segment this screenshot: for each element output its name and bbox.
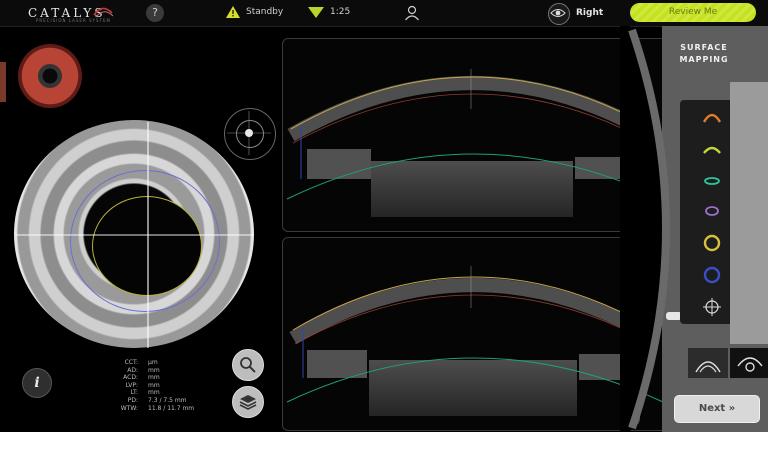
biometry-metrics: CCT: μm AD: mm ACD: mm LVP: mm LT: mm PD: 7.3 … xyxy=(84,359,210,412)
metric-row: WTW: 11.8 / 11.7 mm xyxy=(84,405,210,413)
metric-label: AD: xyxy=(127,366,138,374)
info-button[interactable]: i xyxy=(22,368,52,398)
metric-row: PD: 7.3 / 7.5 mm xyxy=(84,397,210,405)
limbus-ring-tool-icon[interactable] xyxy=(702,266,722,284)
metric-label: LVP: xyxy=(125,381,138,389)
metric-row: AD: mm xyxy=(84,367,210,375)
pupil-thumbnail[interactable] xyxy=(18,44,82,108)
cornea-arc-icon xyxy=(695,361,721,373)
system-status: Standby xyxy=(246,7,284,17)
eye-selector-icon[interactable] xyxy=(548,3,570,25)
brand-swoosh-icon xyxy=(93,7,114,18)
panel-title: SURFACE MAPPING xyxy=(664,42,744,66)
layers-button[interactable] xyxy=(232,386,264,418)
panel-title-line1: SURFACE xyxy=(680,43,728,52)
metric-label: WTW: xyxy=(120,404,138,412)
metric-value: 7.3 / 7.5 mm xyxy=(148,396,187,404)
metric-row: CCT: μm xyxy=(84,359,210,367)
tool-tray xyxy=(730,82,768,344)
catalys-app: CATALYS PRECISION LASER SYSTEM ? Standby… xyxy=(0,0,768,432)
metric-row: LT: mm xyxy=(84,389,210,397)
metric-label: PD: xyxy=(127,396,138,404)
next-button[interactable]: Next » xyxy=(674,395,760,423)
metric-row: ACD: mm xyxy=(84,374,210,382)
crosshair-tool-icon[interactable] xyxy=(702,298,722,316)
lens-fragment-tool-icon[interactable] xyxy=(702,202,722,220)
top-bar: CATALYS PRECISION LASER SYSTEM ? Standby… xyxy=(0,0,768,27)
metric-value: 11.8 / 11.7 mm xyxy=(148,404,195,412)
oct-scan-top[interactable] xyxy=(282,38,670,232)
zoom-button[interactable] xyxy=(232,349,264,381)
metric-value: mm xyxy=(148,389,160,397)
oct-scan-bottom[interactable] xyxy=(282,237,670,431)
scan-axis-horizontal xyxy=(16,234,254,236)
warning-icon xyxy=(226,6,240,18)
layers-icon xyxy=(239,395,257,410)
oct-cross-section-image xyxy=(286,266,664,416)
anterior-capsule-tool-icon[interactable] xyxy=(702,108,722,126)
eye-profile-icon xyxy=(737,357,763,372)
metric-row: LVP: mm xyxy=(84,382,210,390)
eye-view-tab[interactable] xyxy=(730,348,768,378)
posterior-capsule-tool-icon[interactable] xyxy=(702,140,722,158)
metric-value: mm xyxy=(148,366,160,374)
zoom-ratio: 1:25 xyxy=(330,7,351,17)
eye-side-label: Right xyxy=(576,8,604,18)
metric-value: μm xyxy=(148,359,158,366)
metric-label: CCT: xyxy=(124,359,138,366)
cornea-view-tab[interactable] xyxy=(688,348,728,378)
metric-label: ACD: xyxy=(123,374,138,382)
iris-ring-tool-icon[interactable] xyxy=(702,234,722,252)
oct-cross-section-image xyxy=(286,69,664,217)
help-button[interactable]: ? xyxy=(146,4,164,22)
metric-value: mm xyxy=(148,381,160,389)
compass-crosshair-icon xyxy=(227,111,271,155)
panel-title-line2: MAPPING xyxy=(679,55,729,64)
left-edge-marker xyxy=(0,62,6,102)
review-button[interactable]: Review Me xyxy=(630,3,756,22)
metric-label: LT: xyxy=(130,389,138,397)
laser-ratio-icon xyxy=(308,7,324,18)
metric-value: mm xyxy=(148,374,160,382)
user-icon[interactable] xyxy=(404,5,420,21)
capsulotomy-tool-icon[interactable] xyxy=(702,172,722,190)
magnifier-icon xyxy=(240,357,256,373)
